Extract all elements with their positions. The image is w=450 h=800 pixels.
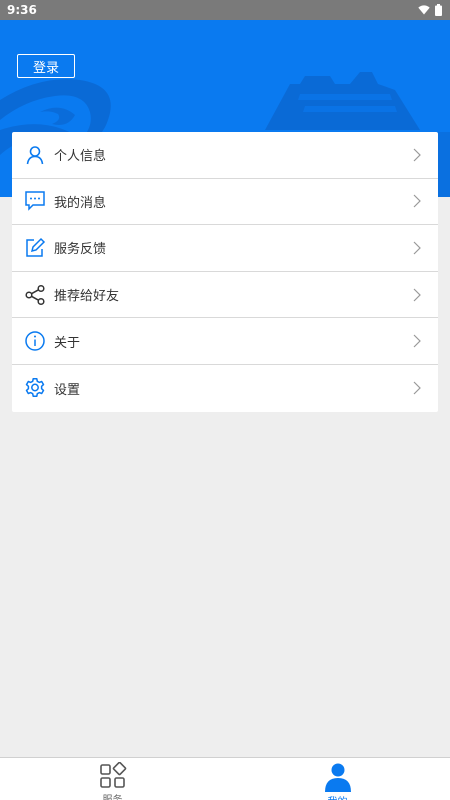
status-time: 9:36 — [7, 3, 37, 17]
tab-services[interactable]: 服务 — [0, 758, 225, 800]
chevron-right-icon — [413, 381, 421, 395]
menu-item-recommend-friends[interactable]: 推荐给好友 — [12, 272, 438, 319]
message-icon — [24, 190, 46, 212]
login-button[interactable]: 登录 — [17, 54, 75, 78]
chevron-right-icon — [413, 148, 421, 162]
app-screen: 9:36 登录 个人信息 我的消息 服务反馈 推荐给好友 关于 设置 — [0, 0, 450, 800]
chevron-right-icon — [413, 241, 421, 255]
menu-item-about[interactable]: 关于 — [12, 318, 438, 365]
gear-icon — [24, 377, 46, 399]
services-grid-icon — [98, 762, 128, 790]
wifi-icon — [418, 5, 430, 15]
tab-label: 服务 — [103, 791, 123, 800]
share-icon — [24, 284, 46, 306]
menu-item-label: 关于 — [54, 335, 81, 351]
menu-item-label: 推荐给好友 — [54, 289, 120, 305]
tab-mine[interactable]: 我的 — [225, 758, 450, 800]
chevron-right-icon — [413, 334, 421, 348]
edit-icon — [24, 237, 46, 259]
info-icon — [24, 330, 46, 352]
tab-label: 我的 — [328, 793, 348, 800]
menu-item-settings[interactable]: 设置 — [12, 365, 438, 412]
profile-menu: 个人信息 我的消息 服务反馈 推荐给好友 关于 设置 — [12, 132, 438, 412]
chevron-right-icon — [413, 288, 421, 302]
menu-item-personal-info[interactable]: 个人信息 — [12, 132, 438, 179]
bottom-navigation: 服务 我的 — [0, 757, 450, 800]
status-icons — [418, 4, 442, 16]
status-bar: 9:36 — [0, 0, 450, 20]
menu-item-service-feedback[interactable]: 服务反馈 — [12, 225, 438, 272]
menu-item-my-messages[interactable]: 我的消息 — [12, 179, 438, 226]
user-icon — [24, 144, 46, 166]
chevron-right-icon — [413, 194, 421, 208]
person-icon — [323, 762, 353, 792]
battery-icon — [435, 4, 442, 16]
menu-item-label: 我的消息 — [54, 195, 107, 211]
menu-item-label: 设置 — [54, 382, 81, 398]
menu-item-label: 服务反馈 — [54, 242, 107, 258]
menu-item-label: 个人信息 — [54, 149, 107, 165]
